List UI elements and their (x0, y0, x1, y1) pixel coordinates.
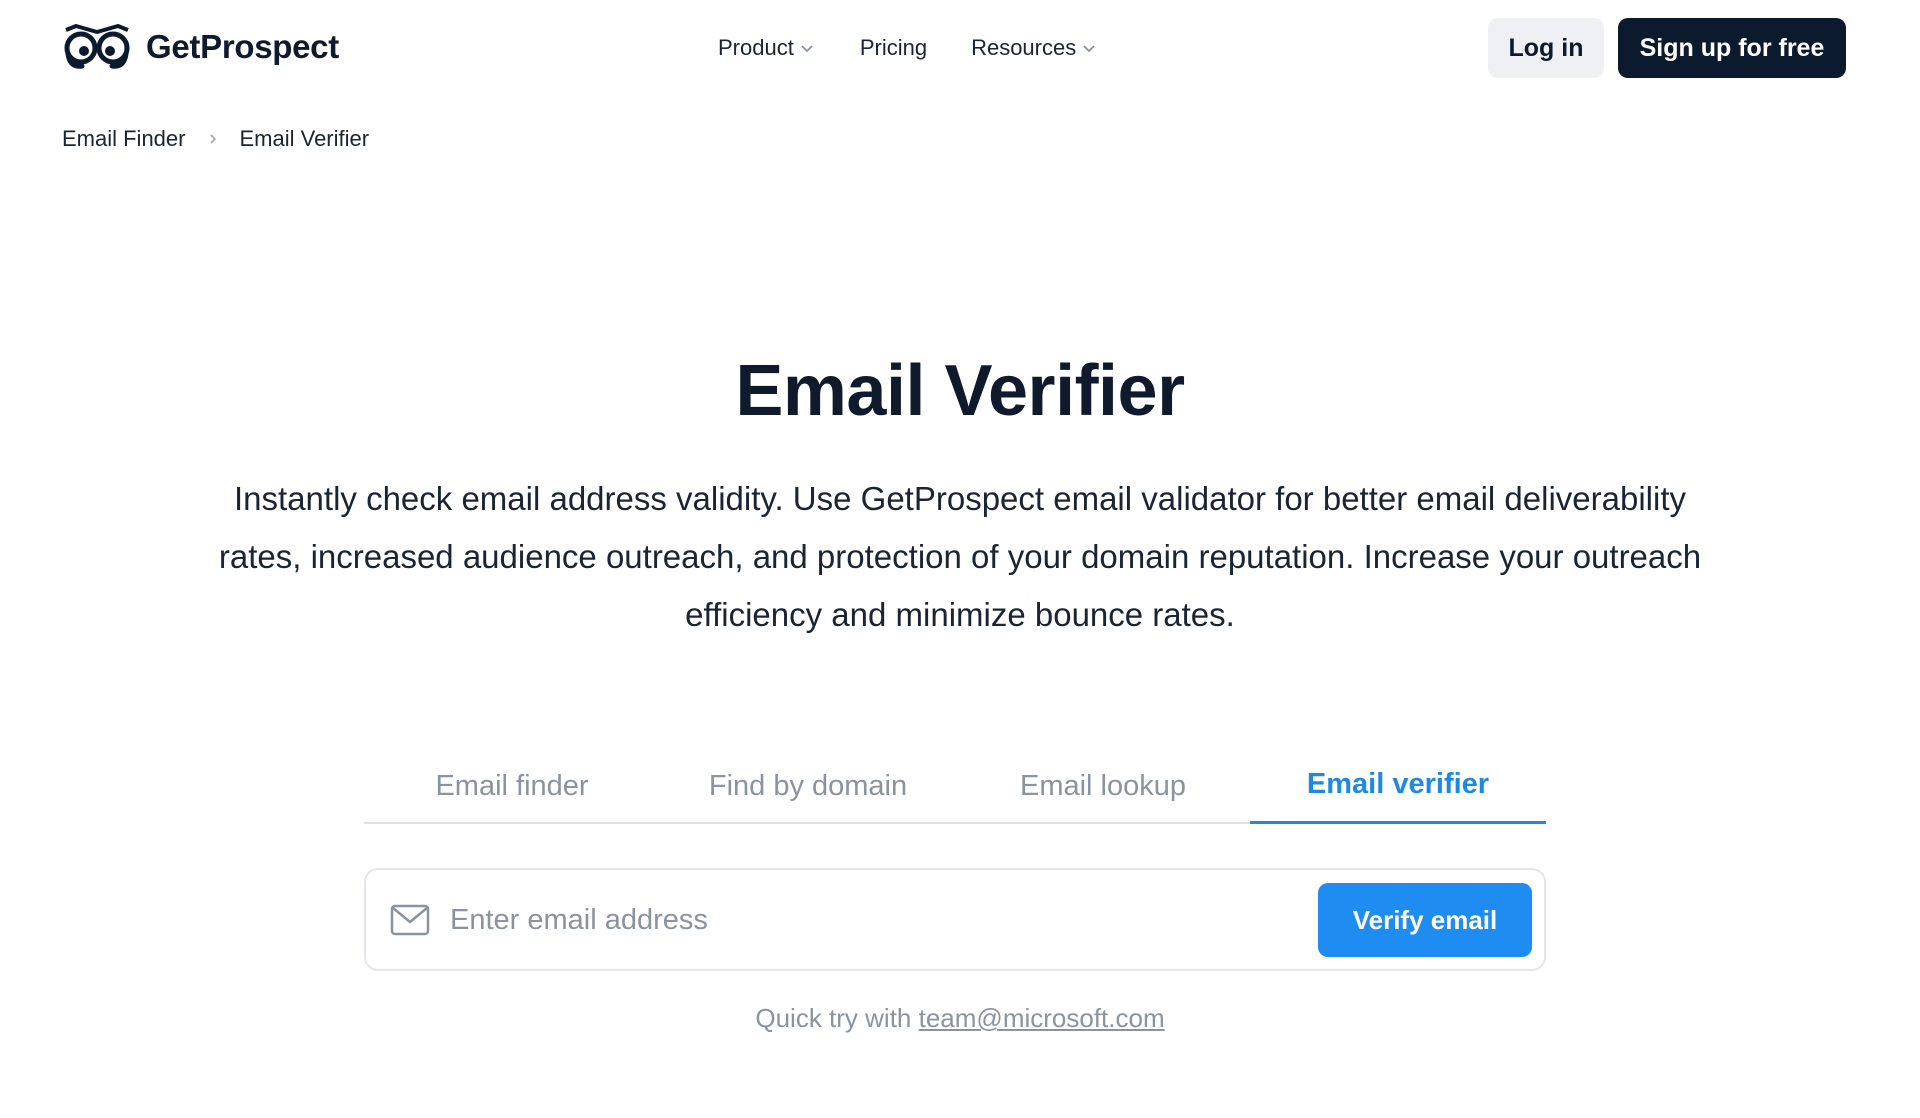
nav-item-resources[interactable]: Resources (971, 30, 1096, 66)
tab-find-by-domain[interactable]: Find by domain (660, 748, 956, 824)
login-button[interactable]: Log in (1488, 18, 1604, 78)
signup-button[interactable]: Sign up for free (1618, 18, 1846, 78)
owl-logo-icon (64, 24, 130, 69)
nav-item-label: Resources (971, 35, 1077, 60)
nav-item-product[interactable]: Product (718, 30, 814, 66)
email-input[interactable] (450, 894, 1330, 946)
nav-item-label: Pricing (859, 35, 928, 60)
breadcrumb-item-email-verifier: Email Verifier (239, 126, 370, 151)
tab-email-finder[interactable]: Email finder (364, 748, 660, 824)
quick-try-email-link[interactable]: team@microsoft.com (919, 1003, 1165, 1033)
brand-name: GetProspect (146, 28, 339, 65)
page-title: Email Verifier (735, 351, 1185, 431)
nav-item-pricing[interactable]: Pricing (860, 30, 927, 66)
site-header: GetProspect Product Pricing Resources Lo… (0, 0, 1920, 96)
quick-try: Quick try with team@microsoft.com (0, 1003, 1920, 1034)
quick-try-label: Quick try with (755, 1003, 912, 1033)
hero-description: Instantly check email address validity. … (218, 480, 1702, 633)
chevron-down-icon (1083, 45, 1095, 53)
email-verify-form: Verify email (364, 868, 1546, 971)
breadcrumb-item-email-finder[interactable]: Email Finder (62, 126, 185, 152)
verify-email-button[interactable]: Verify email (1318, 883, 1532, 957)
main-nav: Product Pricing Resources (718, 30, 1096, 66)
tool-tabs: Email finder Find by domain Email lookup… (364, 748, 1546, 824)
brand-logo[interactable]: GetProspect (62, 24, 339, 70)
tab-email-lookup[interactable]: Email lookup (956, 748, 1250, 824)
chevron-down-icon (801, 45, 813, 53)
nav-item-label: Product (718, 35, 794, 60)
mail-icon (390, 904, 430, 936)
tab-email-verifier[interactable]: Email verifier (1250, 748, 1546, 824)
breadcrumb: Email Finder Email Verifier (62, 126, 369, 152)
chevron-right-icon (210, 134, 217, 144)
